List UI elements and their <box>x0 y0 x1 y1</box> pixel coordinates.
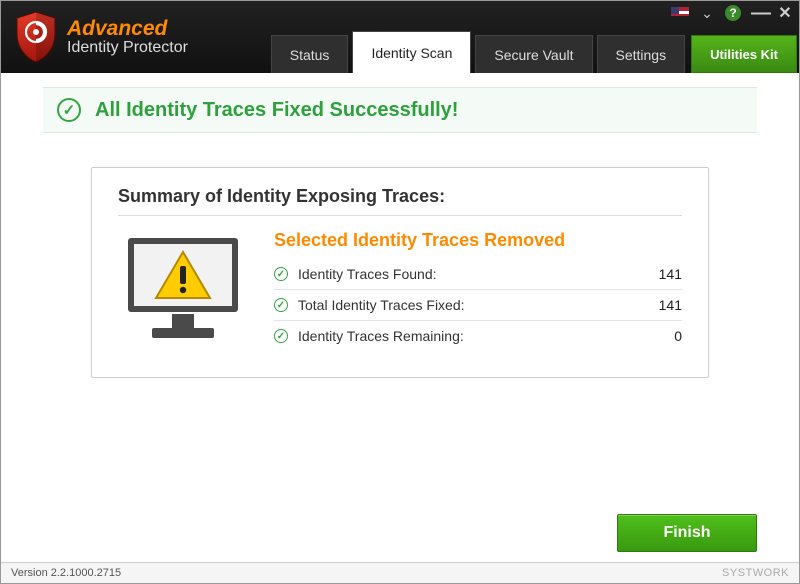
finish-button[interactable]: Finish <box>617 514 757 552</box>
titlebar-controls: ⌄ ? — ✕ <box>671 3 793 23</box>
app-logo: Advanced Identity Protector <box>13 10 188 64</box>
app-header: Advanced Identity Protector ⌄ ? — ✕ Stat… <box>1 1 799 73</box>
check-icon: ✓ <box>274 329 288 343</box>
stat-value: 141 <box>632 297 682 313</box>
stat-row-remaining: ✓ Identity Traces Remaining: 0 <box>274 321 682 351</box>
check-icon: ✓ <box>274 298 288 312</box>
nav-tabs: Status Identity Scan Secure Vault Settin… <box>267 31 799 73</box>
divider <box>118 215 682 216</box>
stat-value: 0 <box>632 328 682 344</box>
tab-settings[interactable]: Settings <box>597 35 686 73</box>
stat-value: 141 <box>632 266 682 282</box>
stat-row-found: ✓ Identity Traces Found: 141 <box>274 259 682 290</box>
summary-card: Summary of Identity Exposing Traces: Sel… <box>91 167 709 378</box>
app-title-bottom: Identity Protector <box>67 40 188 57</box>
stat-label: Total Identity Traces Fixed: <box>298 297 622 313</box>
stat-label: Identity Traces Remaining: <box>298 328 622 344</box>
summary-stats: Selected Identity Traces Removed ✓ Ident… <box>274 230 682 355</box>
tab-identity-scan[interactable]: Identity Scan <box>352 31 471 73</box>
watermark: SYSTWORK <box>722 567 789 579</box>
monitor-warning-icon <box>118 230 248 355</box>
chevron-down-icon[interactable]: ⌄ <box>699 5 715 22</box>
stat-label: Identity Traces Found: <box>298 266 622 282</box>
app-title-top: Advanced <box>67 18 188 40</box>
language-flag-icon[interactable] <box>671 7 689 19</box>
tab-status[interactable]: Status <box>271 35 349 73</box>
minimize-button[interactable]: — <box>751 10 767 16</box>
tab-utilities-kit[interactable]: Utilities Kit <box>691 35 797 73</box>
removed-title: Selected Identity Traces Removed <box>274 230 682 251</box>
check-icon: ✓ <box>274 267 288 281</box>
help-button[interactable]: ? <box>725 5 741 21</box>
shield-icon <box>13 10 59 64</box>
stat-row-fixed: ✓ Total Identity Traces Fixed: 141 <box>274 290 682 321</box>
success-banner: ✓ All Identity Traces Fixed Successfully… <box>43 87 757 133</box>
check-circle-icon: ✓ <box>57 98 81 122</box>
close-button[interactable]: ✕ <box>777 3 793 23</box>
status-bar: Version 2.2.1000.2715 SYSTWORK <box>1 562 799 583</box>
version-text: Version 2.2.1000.2715 <box>11 567 121 579</box>
summary-heading: Summary of Identity Exposing Traces: <box>118 186 682 207</box>
tab-secure-vault[interactable]: Secure Vault <box>475 35 592 73</box>
success-message: All Identity Traces Fixed Successfully! <box>95 99 458 122</box>
